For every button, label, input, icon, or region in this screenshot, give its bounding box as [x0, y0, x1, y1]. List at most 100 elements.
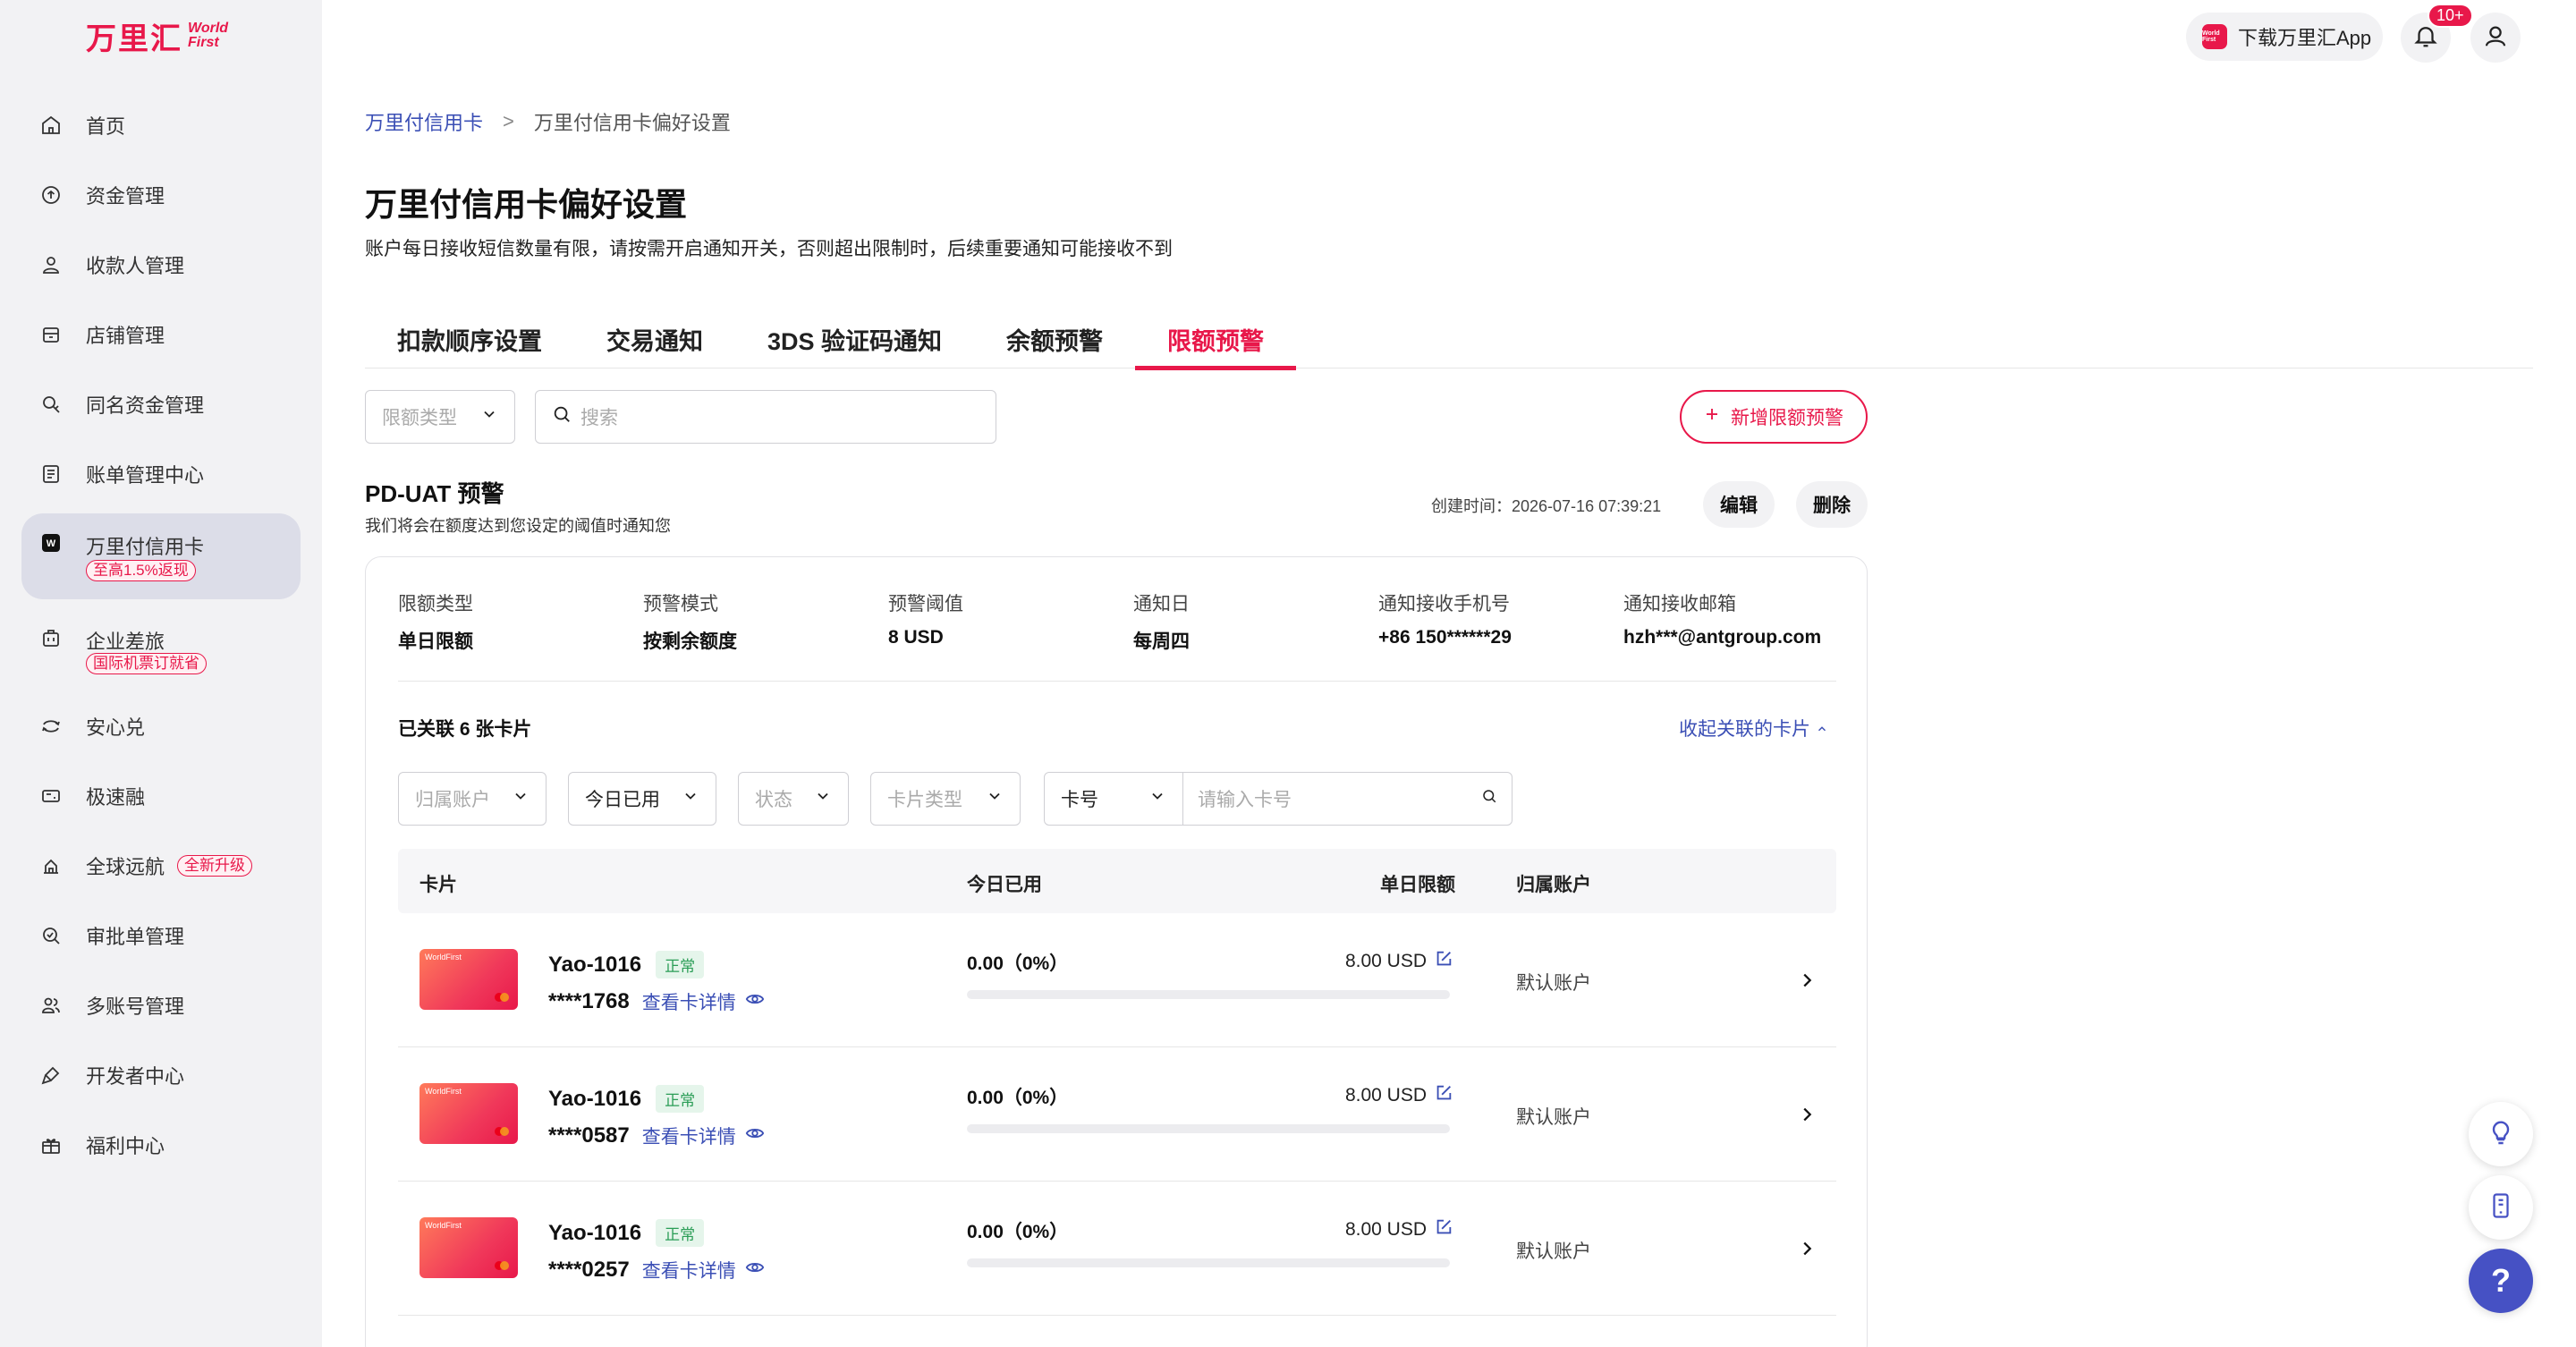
- limit-type-placeholder: 限额类型: [382, 408, 457, 428]
- sidebar-item-label: 开发者中心: [86, 1065, 185, 1088]
- status-select[interactable]: 状态: [738, 772, 849, 826]
- chevron-down-icon: [1148, 787, 1166, 810]
- used-today-value: 0.00（0%）: [967, 1088, 1069, 1108]
- card-number-input[interactable]: 请输入卡号: [1183, 772, 1513, 826]
- used-today-value: 0.00（0%）: [967, 1222, 1069, 1242]
- sidebar-item-bill[interactable]: 账单管理中心: [21, 445, 301, 503]
- info-value: 8 USD: [888, 627, 944, 648]
- used-today-select[interactable]: 今日已用: [568, 772, 716, 826]
- delete-button[interactable]: 删除: [1796, 481, 1868, 528]
- chevron-right-icon[interactable]: [1793, 1101, 1820, 1128]
- sidebar-item-credit-card[interactable]: W 万里付信用卡 至高1.5%返现: [21, 513, 301, 599]
- table-row[interactable]: WorldFirst Yao-1016 正常 ****0587 查看卡详情 0.…: [398, 1047, 1836, 1182]
- add-limit-alert-button[interactable]: 新增限额预警: [1680, 390, 1868, 444]
- table-header: 卡片 今日已用 单日限额 归属账户: [398, 849, 1836, 913]
- sidebar-item-home[interactable]: 首页: [21, 97, 301, 154]
- view-card-detail-link[interactable]: 查看卡详情: [642, 1122, 765, 1149]
- collapse-linked-cards-link[interactable]: 收起关联的卡片: [1679, 715, 1828, 741]
- sidebar-item-label: 资金管理: [86, 185, 165, 208]
- edit-icon[interactable]: [1434, 1083, 1453, 1108]
- card-name: Yao-1016 正常: [548, 1085, 705, 1113]
- tab-balance-alert[interactable]: 余额预警: [974, 309, 1135, 369]
- card-type-select[interactable]: 卡片类型: [870, 772, 1021, 826]
- limit-type-select[interactable]: 限额类型: [365, 390, 515, 444]
- sidebar-item-fund[interactable]: 资金管理: [21, 166, 301, 224]
- global-icon: [39, 854, 63, 877]
- tab-limit-alert[interactable]: 限额预警: [1135, 309, 1297, 370]
- chevron-right-icon[interactable]: [1793, 1235, 1820, 1262]
- alert-title: PD-UAT 预警: [365, 480, 504, 507]
- sidebar-item-exchange[interactable]: 安心兑: [21, 698, 301, 755]
- sidebar-item-travel[interactable]: 企业差旅 国际机票订就省: [21, 608, 301, 694]
- card-name: Yao-1016 正常: [548, 951, 705, 978]
- chevron-down-icon: [814, 787, 832, 810]
- info-key: 限额类型: [398, 594, 473, 614]
- tab-3ds-notice[interactable]: 3DS 验证码通知: [735, 309, 974, 369]
- user-button[interactable]: [2470, 13, 2521, 63]
- sidebar-item-approval[interactable]: 审批单管理: [21, 907, 301, 964]
- fund-icon: [39, 183, 63, 207]
- column-header-daily-limit: 单日限额: [1380, 875, 1455, 895]
- sidebar-item-multi-account[interactable]: 多账号管理: [21, 977, 301, 1034]
- page-description: 账户每日接收短信数量有限，请按需开启通知开关，否则超出限制时，后续重要通知可能接…: [365, 239, 1173, 259]
- info-key: 预警模式: [643, 594, 718, 614]
- shop-icon: [39, 323, 63, 346]
- sidebar-item-global[interactable]: 全球远航 全新升级: [21, 837, 301, 894]
- promo-tag: 至高1.5%返现: [86, 560, 196, 581]
- tab-transaction-notice[interactable]: 交易通知: [574, 309, 735, 369]
- info-phone: 通知接收手机号 +86 150******29: [1378, 589, 1512, 648]
- sidebar-item-finance[interactable]: 极速融: [21, 767, 301, 825]
- card-image: WorldFirst: [419, 1083, 518, 1144]
- view-card-detail-link[interactable]: 查看卡详情: [642, 1257, 765, 1283]
- edit-button[interactable]: 编辑: [1703, 481, 1775, 528]
- sidebar-item-label: 收款人管理: [86, 255, 185, 277]
- sidebar-item-label: 万里付信用卡: [86, 536, 205, 558]
- card-name: Yao-1016 正常: [548, 1219, 705, 1247]
- developer-icon: [39, 1063, 63, 1087]
- logo[interactable]: 万里汇 World First: [86, 18, 228, 56]
- chevron-down-icon: [512, 787, 530, 810]
- download-app-label: 下载万里汇App: [2238, 27, 2372, 49]
- info-key: 通知接收邮箱: [1623, 594, 1736, 614]
- info-value: hzh***@antgroup.com: [1623, 627, 1822, 648]
- search-input[interactable]: 搜索: [535, 390, 996, 444]
- sidebar-item-developer[interactable]: 开发者中心: [21, 1046, 301, 1104]
- tab-deduction-order[interactable]: 扣款顺序设置: [365, 309, 574, 369]
- daily-limit: 8.00 USD: [1337, 1083, 1453, 1108]
- download-app-button[interactable]: World First 下载万里汇App: [2186, 13, 2383, 61]
- breadcrumb-parent-link[interactable]: 万里付信用卡: [365, 107, 483, 136]
- account-select[interactable]: 归属账户: [398, 772, 547, 826]
- svg-text:W: W: [47, 538, 56, 549]
- info-value: 单日限额: [398, 631, 473, 652]
- gift-icon: [39, 1133, 63, 1156]
- column-header-used-today: 今日已用: [967, 875, 1042, 895]
- sidebar-item-same-name-fund[interactable]: 同名资金管理: [21, 376, 301, 433]
- home-icon: [39, 114, 63, 137]
- mobile-app-button[interactable]: [2469, 1175, 2533, 1240]
- mastercard-icon: [495, 1261, 509, 1270]
- chevron-right-icon[interactable]: [1793, 967, 1820, 994]
- view-card-detail-link[interactable]: 查看卡详情: [642, 988, 765, 1015]
- used-today-value: 0.00（0%）: [967, 953, 1069, 974]
- card-number-field-select[interactable]: 卡号: [1044, 772, 1183, 826]
- sidebar-item-label: 全球远航: [86, 856, 165, 878]
- tips-button[interactable]: [2469, 1102, 2533, 1166]
- promo-tag: 国际机票订就省: [86, 653, 207, 674]
- sidebar-item-payee[interactable]: 收款人管理: [21, 236, 301, 293]
- tab-bar: 扣款顺序设置 交易通知 3DS 验证码通知 余额预警 限额预警: [365, 309, 2533, 370]
- sidebar-item-label: 企业差旅: [86, 631, 165, 653]
- table-row[interactable]: WorldFirst Yao-1016 正常 ****0257 查看卡详情 0.…: [398, 1182, 1836, 1316]
- search-icon: [552, 404, 572, 429]
- account-name: 默认账户: [1516, 1107, 1591, 1128]
- help-button[interactable]: ?: [2469, 1249, 2533, 1313]
- created-time: 创建时间：2026-07-16 07:39:21: [1431, 497, 1662, 515]
- sidebar-item-gift[interactable]: 福利中心: [21, 1116, 301, 1173]
- edit-icon[interactable]: [1434, 949, 1453, 974]
- info-key: 通知接收手机号: [1378, 594, 1510, 614]
- info-threshold: 预警阈值 8 USD: [888, 589, 963, 648]
- info-alert-mode: 预警模式 按剩余额度: [643, 589, 737, 654]
- table-row[interactable]: WorldFirst Yao-1016 正常 ****1768 查看卡详情 0.…: [398, 913, 1836, 1047]
- info-limit-type: 限额类型 单日限额: [398, 589, 473, 654]
- edit-icon[interactable]: [1434, 1217, 1453, 1242]
- sidebar-item-shop[interactable]: 店铺管理: [21, 306, 301, 363]
